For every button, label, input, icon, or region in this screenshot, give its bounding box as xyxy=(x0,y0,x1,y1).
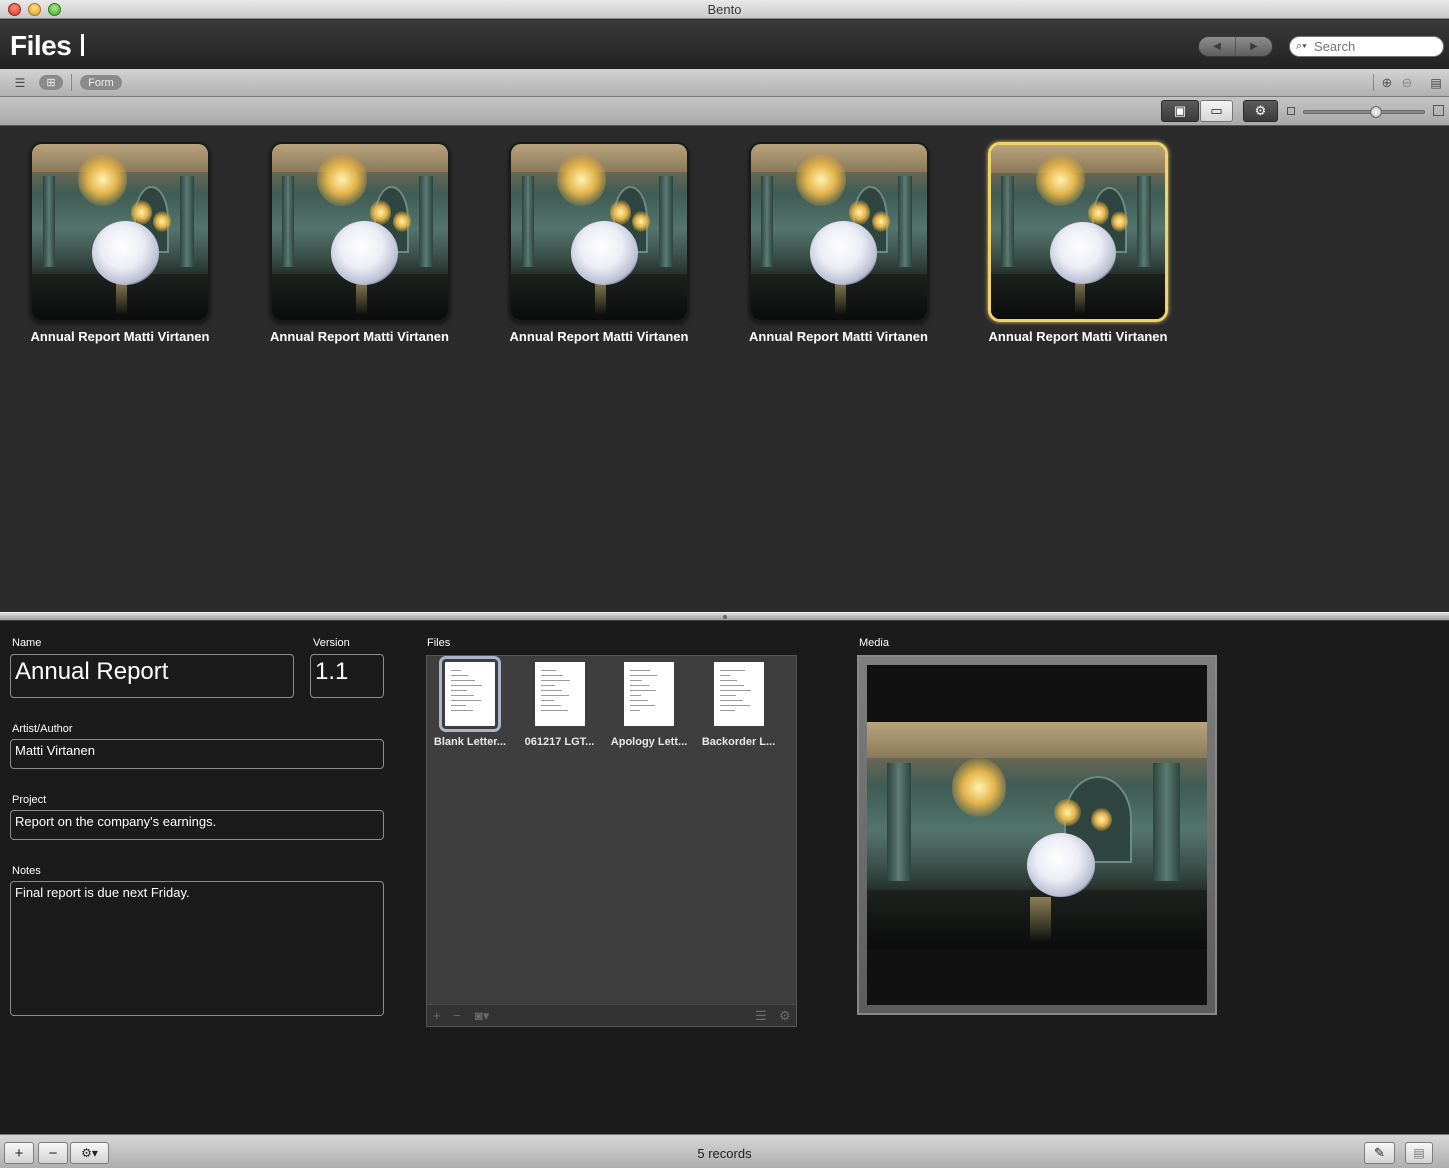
record-caption: Annual Report Matti Virtanen xyxy=(270,329,449,344)
camera-icon[interactable]: ◙▾ xyxy=(475,1008,489,1024)
search-field[interactable]: ⌕▾ xyxy=(1289,36,1444,57)
record-thumbnail[interactable] xyxy=(30,142,210,322)
library-title[interactable]: Files xyxy=(10,30,85,62)
window-title: Bento xyxy=(707,2,742,17)
author-field[interactable]: Matti Virtanen xyxy=(10,739,384,769)
gallery-toolbar: ▣ ▭ ⚙ xyxy=(0,97,1449,126)
notes-label: Notes xyxy=(12,865,41,877)
cover-flow-button[interactable]: ▣ xyxy=(1161,100,1199,122)
record-form: Name Annual Report Version 1.1 Artist/Au… xyxy=(0,621,1449,1134)
record-caption: Annual Report Matti Virtanen xyxy=(509,329,689,344)
library-header: Files ◀ ▶ ⌕▾ xyxy=(0,20,1449,69)
record-gallery: Annual Report Matti Virtanen Annual Repor… xyxy=(0,126,1449,612)
file-name: Apology Lett... xyxy=(610,736,688,748)
slider-knob[interactable] xyxy=(1370,106,1382,118)
version-label: Version xyxy=(313,637,350,649)
record-thumbnail[interactable] xyxy=(748,142,929,322)
toolbar-divider xyxy=(1373,74,1374,91)
project-label: Project xyxy=(12,794,47,806)
project-field[interactable]: Report on the company's earnings. xyxy=(10,810,384,840)
gallery-record-card[interactable]: Annual Report Matti Virtanen xyxy=(260,140,460,355)
form-view-button[interactable]: Form xyxy=(80,75,122,90)
gallery-record-card[interactable]: Annual Report Matti Virtanen xyxy=(978,140,1178,355)
view-toolbar: ☰ ⊞ Form ⊕ ⊖ ▤ xyxy=(0,69,1449,97)
version-field[interactable]: 1.1 xyxy=(310,654,384,698)
view-toggle-icon[interactable]: ▤ xyxy=(1405,1142,1433,1164)
media-label: Media xyxy=(859,637,889,649)
record-thumbnail[interactable] xyxy=(988,142,1168,322)
edit-form-icon[interactable]: ✎ xyxy=(1364,1142,1395,1164)
zoom-small-icon xyxy=(1287,107,1295,115)
grid-view-button[interactable]: ⊞ xyxy=(39,75,63,90)
record-thumbnail[interactable] xyxy=(269,142,450,322)
record-caption: Annual Report Matti Virtanen xyxy=(749,329,928,344)
name-field[interactable]: Annual Report xyxy=(10,654,294,698)
record-count: 5 records xyxy=(697,1146,752,1161)
record-caption: Annual Report Matti Virtanen xyxy=(30,329,210,344)
media-well xyxy=(867,665,1207,1005)
files-list: Backorder L... Apology Lett... 061217 LGT.… xyxy=(426,655,797,1027)
split-view-divider[interactable] xyxy=(0,612,1449,621)
document-icon xyxy=(439,656,501,732)
media-field[interactable] xyxy=(857,655,1217,1015)
remove-form-icon[interactable]: ⊖ xyxy=(1400,75,1414,90)
status-bar: + − ⚙▾ 5 records ✎ ▤ xyxy=(0,1134,1449,1168)
library-title-text: Files xyxy=(10,30,72,61)
media-image xyxy=(867,722,1207,949)
add-file-icon[interactable]: + xyxy=(433,1008,441,1023)
author-label: Artist/Author xyxy=(12,723,73,735)
file-item[interactable]: 061217 LGT... xyxy=(520,662,600,748)
zoom-large-icon xyxy=(1433,105,1444,116)
ballroom-photo xyxy=(867,722,1207,949)
grid-layout-button[interactable]: ▭ xyxy=(1200,100,1233,122)
search-icon[interactable]: ⌕▾ xyxy=(1296,40,1314,53)
previous-record-button[interactable]: ◀ xyxy=(1199,37,1236,56)
record-caption: Annual Report Matti Virtanen xyxy=(988,329,1168,344)
divider-handle[interactable] xyxy=(723,615,727,619)
record-thumbnail[interactable] xyxy=(509,142,689,322)
next-record-button[interactable]: ▶ xyxy=(1236,37,1272,56)
gallery-record-card[interactable]: Annual Report Matti Virtanen xyxy=(499,140,699,355)
file-name: Backorder L... xyxy=(701,736,776,748)
gallery-record-card[interactable]: Annual Report Matti Virtanen xyxy=(739,140,939,355)
files-label: Files xyxy=(427,637,451,649)
file-settings-gear-icon[interactable]: ⚙ xyxy=(779,1008,791,1024)
files-toolbar: + − ◙▾ ☰ ⚙ xyxy=(427,1004,796,1026)
bento-window: Bento Files ◀ ▶ ⌕▾ ☰ ⊞ Form ⊕ ⊖ ▤ ▣ ▭ ⚙ … xyxy=(0,0,1449,1168)
file-name: 061217 LGT... xyxy=(524,736,595,748)
file-item[interactable]: Backorder L... xyxy=(699,662,779,748)
document-icon xyxy=(624,662,674,726)
file-item[interactable]: Blank Letter... xyxy=(430,656,510,748)
file-name: Blank Letter... xyxy=(433,736,507,748)
add-form-icon[interactable]: ⊕ xyxy=(1380,75,1394,90)
document-icon xyxy=(534,662,585,726)
remove-file-icon[interactable]: − xyxy=(453,1008,461,1023)
notes-field[interactable]: Final report is due next Friday. xyxy=(10,881,384,1016)
sidebar-toggle-icon[interactable]: ▤ xyxy=(1428,75,1444,90)
table-view-button[interactable]: ☰ xyxy=(10,75,30,90)
list-view-icon[interactable]: ☰ xyxy=(755,1008,767,1024)
name-label: Name xyxy=(12,637,42,649)
file-item[interactable]: Apology Lett... xyxy=(609,662,689,748)
document-icon xyxy=(713,662,764,726)
title-bar: Bento xyxy=(0,0,1449,19)
thumbnail-size-slider[interactable] xyxy=(1303,106,1425,118)
gallery-record-card[interactable]: Annual Report Matti Virtanen xyxy=(20,140,220,355)
text-cursor xyxy=(81,34,85,56)
gallery-settings-gear-icon[interactable]: ⚙ xyxy=(1243,100,1278,122)
search-input[interactable] xyxy=(1314,39,1434,54)
toolbar-divider xyxy=(71,74,72,91)
record-nav-control: ◀ ▶ xyxy=(1198,36,1273,57)
